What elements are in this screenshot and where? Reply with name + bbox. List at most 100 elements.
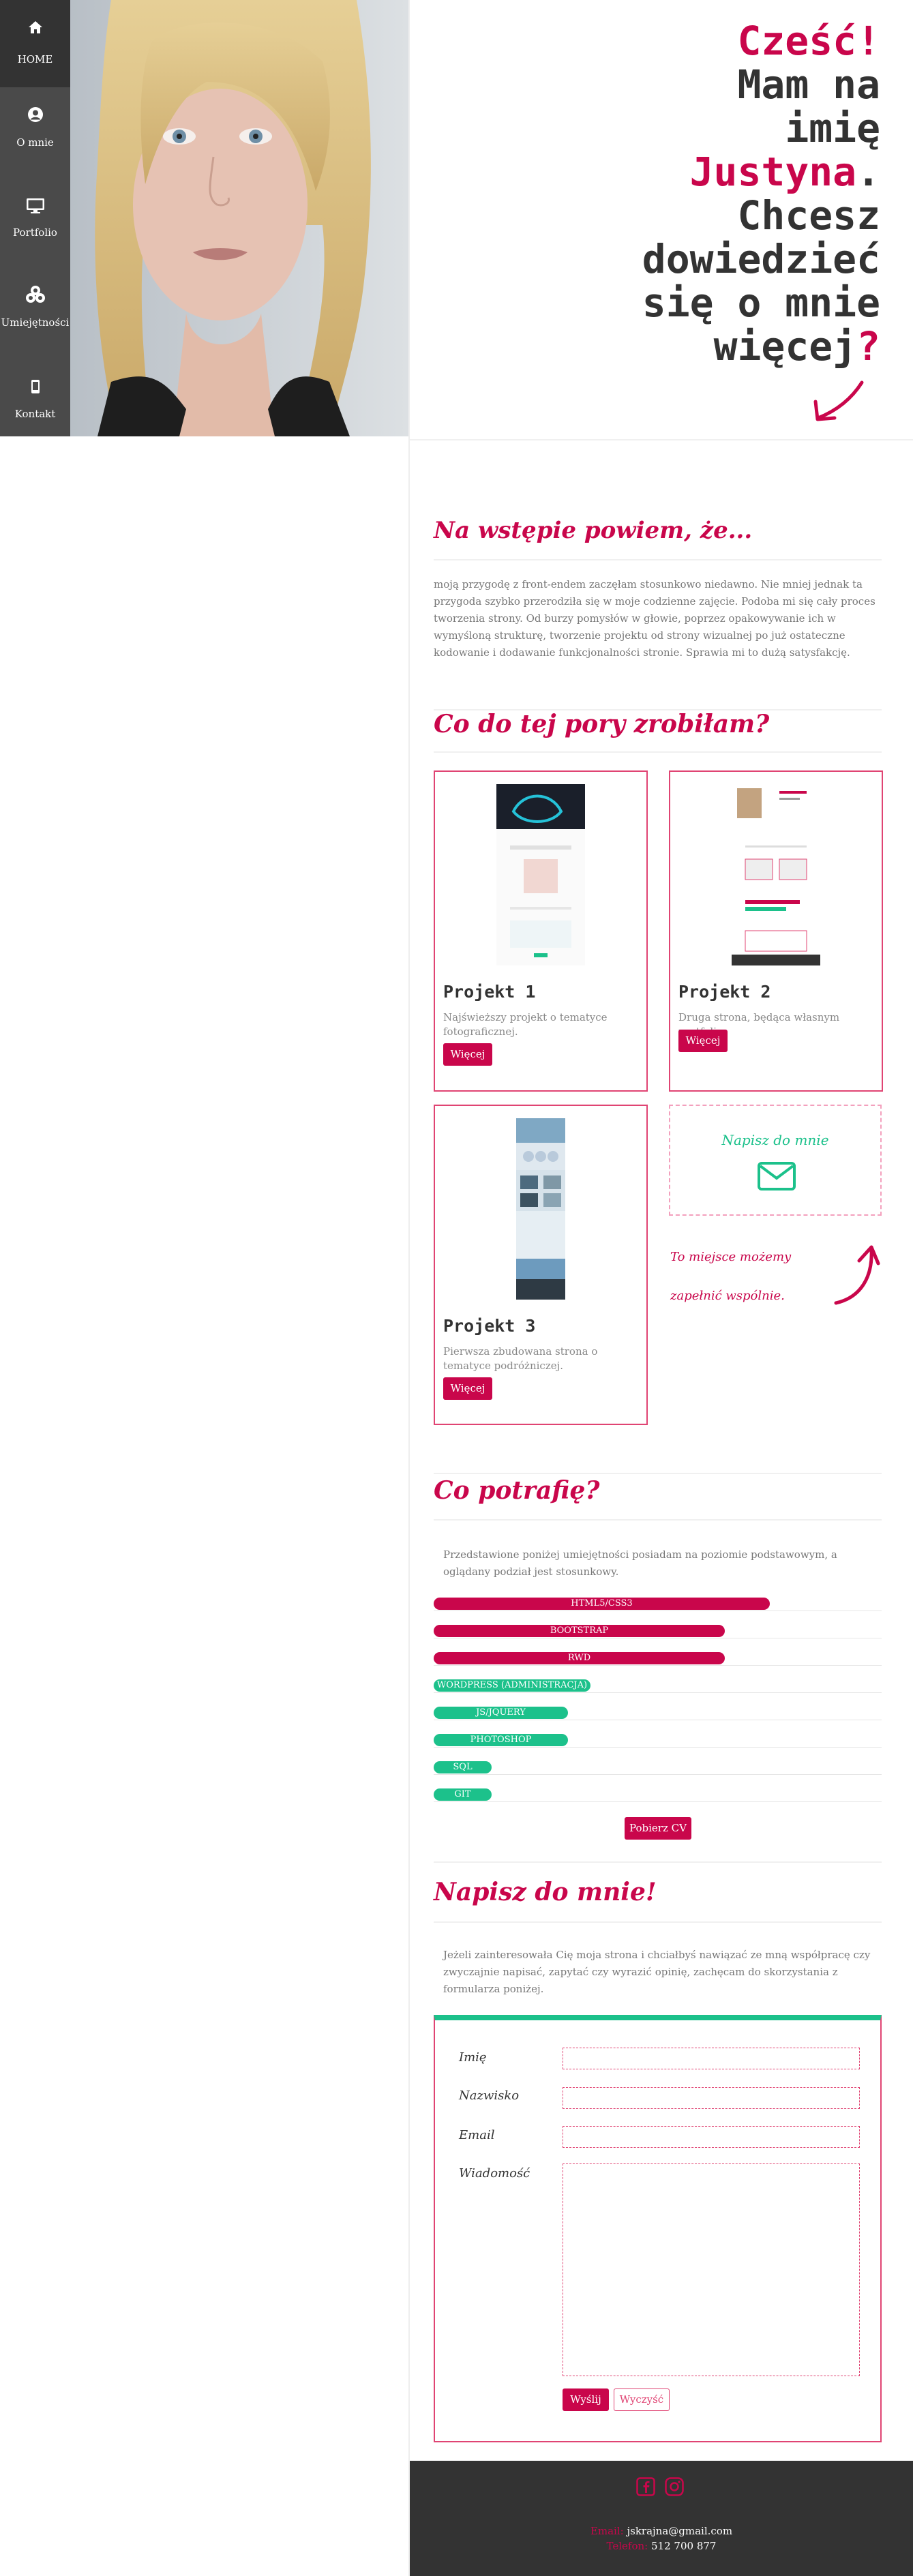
portfolio-note-line-1: To miejsce możemy <box>670 1250 792 1264</box>
skills-divider <box>434 1519 882 1521</box>
about-divider <box>434 559 882 560</box>
contact-top-divider <box>434 1861 882 1863</box>
clear-button[interactable]: Wyczyść <box>614 2388 670 2411</box>
skill-row: RWD <box>434 1652 882 1666</box>
footer: Email: jskrajna@gmail.com Telefon: 512 7… <box>410 2461 913 2576</box>
download-cv-button[interactable]: Pobierz CV <box>625 1817 691 1840</box>
skill-row: WORDPRESS (ADMINISTRACJA) <box>434 1679 882 1693</box>
skill-track <box>434 1665 882 1666</box>
skill-track <box>434 1774 882 1775</box>
form-label-name: Imię <box>459 2050 487 2065</box>
envelope-icon <box>758 1162 796 1193</box>
hero-line-1a: Cześć <box>737 18 857 64</box>
surname-field[interactable] <box>563 2087 860 2109</box>
skill-bar: HTML5/CSS3 <box>434 1598 770 1610</box>
facebook-icon[interactable] <box>636 2477 655 2499</box>
hero-line-6: dowiedzieć <box>642 236 880 282</box>
instagram-icon[interactable] <box>665 2477 684 2499</box>
nav-item-kontakt[interactable]: Kontakt <box>0 360 70 447</box>
project-1-more-button[interactable]: Więcej <box>443 1043 492 1066</box>
skill-track <box>434 1801 882 1802</box>
skill-row: BOOTSTRAP <box>434 1625 882 1638</box>
message-textarea[interactable] <box>563 2163 860 2376</box>
skill-row: GIT <box>434 1788 882 1802</box>
contact-form: Imię Nazwisko Email Wiadomość Wyślij Wyc… <box>434 2015 882 2442</box>
project-3-desc: Pierwsza zbudowana strona o tematyce pod… <box>443 1345 598 1372</box>
portfolio-heading: Co do tej pory zrobiłam? <box>434 710 770 738</box>
nav-item-o-mnie[interactable]: O mnie <box>0 87 70 175</box>
skill-track <box>434 1692 882 1693</box>
portfolio-note-line-2: zapełnić wspólnie. <box>670 1289 785 1303</box>
send-button[interactable]: Wyślij <box>563 2388 609 2411</box>
project-1-desc: Najświeższy projekt o tematyce fotografi… <box>443 1011 608 1038</box>
nav-label-portfolio: Portfolio <box>13 226 57 239</box>
hero-line-3: imię <box>785 105 880 151</box>
project-card-2: Projekt 2 Druga strona, będąca własnym p… <box>669 770 883 1092</box>
skill-row: PHOTOSHOP <box>434 1734 882 1748</box>
nav-label-o-mnie: O mnie <box>16 136 54 149</box>
phone-icon <box>0 379 70 394</box>
form-label-surname: Nazwisko <box>459 2088 520 2103</box>
hero-line-8b: ? <box>856 323 880 370</box>
skills-text: Przedstawione poniżej umiejętności posia… <box>443 1548 837 1578</box>
nav-label-kontakt: Kontakt <box>14 408 56 420</box>
project-3-thumbnail <box>516 1118 565 1300</box>
cubes-icon <box>0 285 70 304</box>
hero-line-5: Chcesz <box>737 192 880 239</box>
skill-track <box>434 1747 882 1748</box>
form-label-email: Email <box>459 2128 495 2142</box>
project-2-thumbnail <box>732 784 820 965</box>
skills-top-divider <box>434 1473 882 1474</box>
project-2-title: Projekt 2 <box>678 982 771 1002</box>
footer-phone-label: Telefon: <box>606 2540 648 2552</box>
email-field[interactable] <box>563 2126 860 2148</box>
footer-email-value[interactable]: jskrajna@gmail.com <box>627 2525 732 2537</box>
project-1-title: Projekt 1 <box>443 982 536 1002</box>
project-card-3: Projekt 3 Pierwsza zbudowana strona o te… <box>434 1105 648 1425</box>
project-2-more-button[interactable]: Więcej <box>678 1030 728 1052</box>
nav-item-umiejetnosci[interactable]: Umiejętności <box>0 271 70 359</box>
skill-bar: PHOTOSHOP <box>434 1734 568 1746</box>
contact-card[interactable]: Napisz do mnie <box>669 1105 882 1216</box>
hero-line-2: Mam na <box>737 61 880 108</box>
hero-line-1b: ! <box>856 18 880 64</box>
form-label-message: Wiadomość <box>459 2166 530 2181</box>
project-3-title: Projekt 3 <box>443 1316 536 1336</box>
skills-heading: Co potrafię? <box>434 1476 600 1505</box>
hero-line-4b: . <box>856 149 880 195</box>
user-circle-icon <box>0 106 70 123</box>
contact-card-label: Napisz do mnie <box>721 1132 829 1148</box>
contact-heading: Napisz do mnie! <box>434 1878 657 1906</box>
footer-email-label: Email: <box>590 2525 624 2537</box>
skill-row: SQL <box>434 1761 882 1775</box>
nav-label-home: HOME <box>17 53 53 65</box>
footer-phone: Telefon: 512 700 877 <box>410 2540 913 2552</box>
hero-line-8a: więcej <box>713 323 857 370</box>
contact-text: Jeżeli zainteresowała Cię moja strona i … <box>443 1949 871 1995</box>
footer-email: Email: jskrajna@gmail.com <box>410 2525 913 2537</box>
skill-row: JS/JQUERY <box>434 1707 882 1720</box>
contact-divider <box>434 1921 882 1923</box>
skill-bar: RWD <box>434 1652 725 1664</box>
hero-greeting: Cześć! Mam na imię Justyna. Chcesz dowie… <box>458 19 880 368</box>
skill-row: HTML5/CSS3 <box>434 1598 882 1611</box>
hero-name: Justyna <box>689 149 857 195</box>
about-text: moją przygodę z front-endem zaczęłam sto… <box>434 578 875 659</box>
skill-bar: GIT <box>434 1788 492 1801</box>
skill-bar: BOOTSTRAP <box>434 1625 725 1637</box>
nav-item-home[interactable]: HOME <box>0 0 70 87</box>
section-divider <box>410 439 913 440</box>
hero-line-7: się o mnie <box>642 280 880 326</box>
nav-item-portfolio[interactable]: Portfolio <box>0 180 70 267</box>
footer-phone-value[interactable]: 512 700 877 <box>651 2540 716 2552</box>
monitor-icon <box>0 198 70 214</box>
skill-bar: SQL <box>434 1761 492 1773</box>
project-card-1: Projekt 1 Najświeższy projekt o tematyce… <box>434 770 648 1092</box>
arrow-up-right-icon <box>833 1243 881 1310</box>
content-divider <box>408 0 410 2576</box>
about-heading: Na wstępie powiem, że... <box>434 517 753 544</box>
name-field[interactable] <box>563 2048 860 2069</box>
project-3-more-button[interactable]: Więcej <box>443 1377 492 1400</box>
arrow-down-left-icon <box>811 378 866 428</box>
nav-label-umiejetnosci: Umiejętności <box>1 316 70 329</box>
